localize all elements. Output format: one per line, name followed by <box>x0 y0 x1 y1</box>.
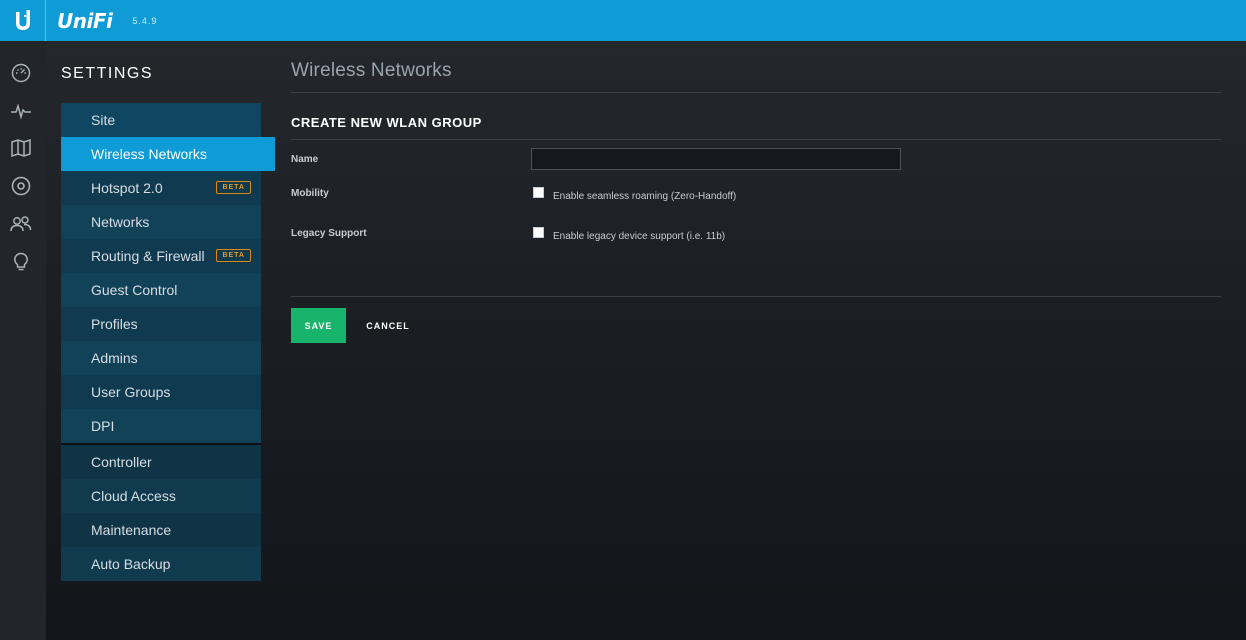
name-label: Name <box>291 154 319 165</box>
menu-item-profiles[interactable]: Profiles <box>61 307 261 341</box>
top-bar: UniFi 5.4.9 <box>0 0 1246 41</box>
section-title: CREATE NEW WLAN GROUP <box>291 115 482 130</box>
menu-item-label: Site <box>91 112 116 128</box>
legacy-support-checkbox[interactable] <box>533 227 544 238</box>
nav-rail <box>0 41 46 640</box>
app-name: UniFi <box>57 8 113 33</box>
menu-item-guest-control[interactable]: Guest Control <box>61 273 261 307</box>
main-area: SETTINGS Site Wireless Networks Hotspot … <box>46 41 1246 640</box>
menu-item-auto-backup[interactable]: Auto Backup <box>61 547 261 581</box>
map-icon[interactable] <box>10 137 32 159</box>
form-divider <box>291 296 1221 297</box>
save-button[interactable]: SAVE <box>291 308 346 343</box>
active-indicator <box>261 137 275 171</box>
ubiquiti-u-icon[interactable] <box>0 0 46 41</box>
beta-badge: BETA <box>216 181 251 194</box>
menu-item-controller[interactable]: Controller <box>61 445 261 479</box>
menu-item-label: Profiles <box>91 316 138 332</box>
menu-item-label: Wireless Networks <box>91 146 207 162</box>
menu-item-routing-firewall[interactable]: Routing & Firewall BETA <box>61 239 261 273</box>
insights-icon[interactable] <box>10 251 32 273</box>
menu-item-label: Hotspot 2.0 <box>91 180 163 196</box>
menu-item-label: Guest Control <box>91 282 178 298</box>
menu-item-label: Controller <box>91 454 152 470</box>
legacy-support-option-label[interactable]: Enable legacy device support (i.e. 11b) <box>553 231 725 242</box>
menu-item-user-groups[interactable]: User Groups <box>61 375 261 409</box>
menu-item-label: Cloud Access <box>91 488 176 504</box>
menu-item-label: User Groups <box>91 384 171 400</box>
menu-item-wireless-networks[interactable]: Wireless Networks <box>61 137 275 171</box>
menu-item-label: Maintenance <box>91 522 172 538</box>
menu-item-label: DPI <box>91 418 115 434</box>
title-divider <box>291 92 1221 93</box>
settings-heading: SETTINGS <box>61 65 154 82</box>
beta-badge: BETA <box>216 249 251 262</box>
statistics-icon[interactable] <box>10 100 32 122</box>
menu-item-label: Admins <box>91 350 138 366</box>
menu-item-hotspot[interactable]: Hotspot 2.0 BETA <box>61 171 261 205</box>
legacy-support-label: Legacy Support <box>291 228 367 239</box>
menu-item-maintenance[interactable]: Maintenance <box>61 513 261 547</box>
cancel-button[interactable]: CANCEL <box>358 308 418 343</box>
menu-item-dpi[interactable]: DPI <box>61 409 261 443</box>
menu-item-site[interactable]: Site <box>61 103 261 137</box>
mobility-label: Mobility <box>291 188 329 199</box>
app-version: 5.4.9 <box>132 15 158 26</box>
section-divider <box>291 139 1221 140</box>
menu-item-admins[interactable]: Admins <box>61 341 261 375</box>
name-input[interactable] <box>531 148 901 170</box>
seamless-roaming-label[interactable]: Enable seamless roaming (Zero-Handoff) <box>553 191 736 202</box>
seamless-roaming-checkbox[interactable] <box>533 187 544 198</box>
menu-item-label: Networks <box>91 214 150 230</box>
settings-menu-secondary: Controller Cloud Access Maintenance Auto… <box>61 445 261 581</box>
menu-item-cloud-access[interactable]: Cloud Access <box>61 479 261 513</box>
devices-icon[interactable] <box>10 175 32 197</box>
menu-item-label: Auto Backup <box>91 556 171 572</box>
settings-menu-primary: Site Wireless Networks Hotspot 2.0 BETA N… <box>61 103 275 443</box>
settings-menu: Site Wireless Networks Hotspot 2.0 BETA N… <box>61 103 275 581</box>
page-title: Wireless Networks <box>291 60 452 81</box>
clients-icon[interactable] <box>10 213 32 235</box>
menu-item-networks[interactable]: Networks <box>61 205 261 239</box>
dashboard-icon[interactable] <box>10 62 32 84</box>
menu-item-label: Routing & Firewall <box>91 248 205 264</box>
